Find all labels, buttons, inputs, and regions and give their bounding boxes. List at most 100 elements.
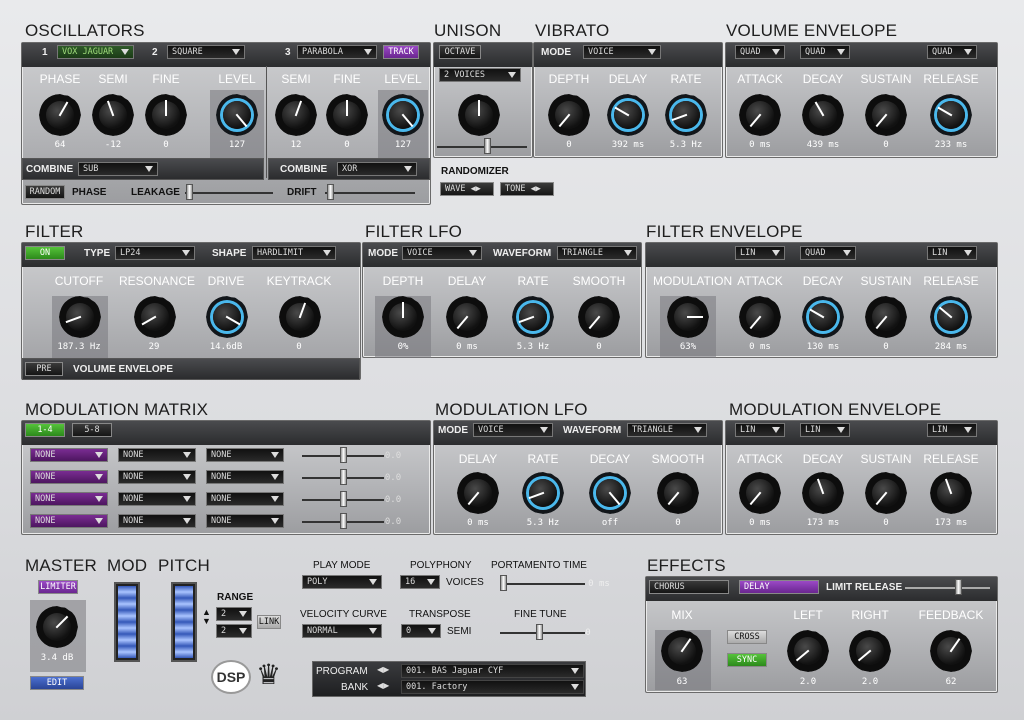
- effects-mix-knob[interactable]: [661, 630, 703, 672]
- filter-release-curve-select[interactable]: LIN: [927, 246, 977, 260]
- range-arrows-icon[interactable]: ▲ ▼: [202, 608, 211, 626]
- edit-button[interactable]: EDIT: [30, 676, 84, 690]
- cross-button[interactable]: CROSS: [727, 630, 767, 644]
- volume-attack-knob[interactable]: [739, 94, 781, 136]
- filter-lfo-delay-knob[interactable]: [446, 296, 488, 338]
- filter-lfo-rate-knob[interactable]: [512, 296, 554, 338]
- filter-env-decay-knob[interactable]: [802, 296, 844, 338]
- osc2-waveform-select[interactable]: SQUARE: [167, 45, 245, 59]
- filter-decay-curve-select[interactable]: QUAD: [800, 246, 856, 260]
- bank-select[interactable]: 001. Factory: [401, 680, 584, 694]
- mod-env-release-knob[interactable]: [930, 472, 972, 514]
- resonance-knob[interactable]: [134, 296, 176, 338]
- program-arrows-icon[interactable]: ◀▶: [377, 665, 389, 674]
- mod-wheel[interactable]: [114, 582, 140, 662]
- matrix-source-select[interactable]: NONE: [30, 514, 108, 528]
- matrix-source-select[interactable]: NONE: [30, 492, 108, 506]
- fine-tune-thumb[interactable]: [536, 624, 543, 640]
- matrix-dest-select[interactable]: NONE: [206, 470, 284, 484]
- drift-slider[interactable]: [325, 192, 415, 194]
- phase-knob[interactable]: [39, 94, 81, 136]
- bank-arrows-icon[interactable]: ◀▶: [377, 681, 389, 690]
- keytrack-knob[interactable]: [279, 296, 321, 338]
- volume-release-knob[interactable]: [930, 94, 972, 136]
- pre-button[interactable]: PRE: [25, 362, 63, 376]
- osc3-waveform-select[interactable]: PARABOLA: [297, 45, 377, 59]
- sync-button[interactable]: SYNC: [727, 653, 767, 667]
- volume-decay-knob[interactable]: [802, 94, 844, 136]
- mod-lfo-delay-knob[interactable]: [457, 472, 499, 514]
- portamento-thumb[interactable]: [500, 575, 507, 591]
- filter-attack-curve-select[interactable]: LIN: [735, 246, 785, 260]
- mod-lfo-mode-select[interactable]: VOICE: [473, 423, 553, 437]
- matrix-amount-thumb[interactable]: [340, 447, 347, 463]
- delay-left-knob[interactable]: [787, 630, 829, 672]
- filter-shape-select[interactable]: HARDLIMIT: [252, 246, 336, 260]
- filter-lfo-smooth-knob[interactable]: [578, 296, 620, 338]
- tone-randomizer-button[interactable]: TONE ◀▶: [500, 182, 554, 196]
- vibrato-depth-knob[interactable]: [548, 94, 590, 136]
- master-volume-knob[interactable]: [36, 606, 78, 648]
- vibrato-delay-knob[interactable]: [607, 94, 649, 136]
- delay-right-knob[interactable]: [849, 630, 891, 672]
- matrix-tab-1-4[interactable]: 1-4: [25, 423, 65, 437]
- matrix-amount-thumb[interactable]: [340, 513, 347, 529]
- matrix-via-select[interactable]: NONE: [118, 470, 196, 484]
- mod-env-attack-knob[interactable]: [739, 472, 781, 514]
- delay-button[interactable]: DELAY: [739, 580, 819, 594]
- pitch-range-down-select[interactable]: 2: [216, 624, 252, 638]
- mod-env-sustain-knob[interactable]: [865, 472, 907, 514]
- matrix-via-select[interactable]: NONE: [118, 492, 196, 506]
- leakage-slider[interactable]: [185, 192, 273, 194]
- matrix-tab-5-8[interactable]: 5-8: [72, 423, 112, 437]
- play-mode-select[interactable]: POLY: [302, 575, 382, 589]
- voices-select[interactable]: 2 VOICES: [439, 68, 521, 82]
- filter-on-button[interactable]: ON: [25, 246, 65, 260]
- filter-env-release-knob[interactable]: [930, 296, 972, 338]
- velocity-curve-select[interactable]: NORMAL: [302, 624, 382, 638]
- filter-type-select[interactable]: LP24: [115, 246, 195, 260]
- limiter-button[interactable]: LIMITER: [38, 580, 78, 594]
- delay-feedback-knob[interactable]: [930, 630, 972, 672]
- mod-release-curve-select[interactable]: LIN: [927, 423, 977, 437]
- semi-knob[interactable]: [92, 94, 134, 136]
- fine-knob[interactable]: [326, 94, 368, 136]
- mod-lfo-rate-knob[interactable]: [522, 472, 564, 514]
- drive-knob[interactable]: [206, 296, 248, 338]
- leakage-slider-thumb[interactable]: [186, 184, 193, 200]
- filter-lfo-depth-knob[interactable]: [382, 296, 424, 338]
- matrix-amount-thumb[interactable]: [340, 469, 347, 485]
- unison-slider-thumb[interactable]: [484, 138, 491, 154]
- pitch-range-up-select[interactable]: 2: [216, 607, 252, 621]
- pitch-wheel[interactable]: [171, 582, 197, 662]
- octave-button[interactable]: OCTAVE: [439, 45, 481, 59]
- link-button[interactable]: LINK: [257, 615, 281, 629]
- filter-env-attack-knob[interactable]: [739, 296, 781, 338]
- matrix-amount-thumb[interactable]: [340, 491, 347, 507]
- mod-lfo-decay-knob[interactable]: [589, 472, 631, 514]
- matrix-dest-select[interactable]: NONE: [206, 492, 284, 506]
- filter-lfo-waveform-select[interactable]: TRIANGLE: [557, 246, 637, 260]
- mod-decay-curve-select[interactable]: LIN: [800, 423, 850, 437]
- matrix-source-select[interactable]: NONE: [30, 470, 108, 484]
- combine-select-2[interactable]: XOR: [337, 162, 417, 176]
- matrix-dest-select[interactable]: NONE: [206, 448, 284, 462]
- level-knob[interactable]: [216, 94, 258, 136]
- release-curve-select[interactable]: QUAD: [927, 45, 977, 59]
- unison-detune-knob[interactable]: [458, 94, 500, 136]
- attack-curve-select[interactable]: QUAD: [735, 45, 785, 59]
- cutoff-knob[interactable]: [59, 296, 101, 338]
- mod-attack-curve-select[interactable]: LIN: [735, 423, 785, 437]
- polyphony-select[interactable]: 16: [400, 575, 440, 589]
- wave-randomizer-button[interactable]: WAVE ◀▶: [440, 182, 494, 196]
- mod-lfo-smooth-knob[interactable]: [657, 472, 699, 514]
- decay-curve-select[interactable]: QUAD: [800, 45, 850, 59]
- matrix-dest-select[interactable]: NONE: [206, 514, 284, 528]
- unison-slider[interactable]: [437, 146, 527, 148]
- drift-slider-thumb[interactable]: [327, 184, 334, 200]
- filter-env-modulation-knob[interactable]: [667, 296, 709, 338]
- program-select[interactable]: 001. BAS Jaguar CYF: [401, 664, 584, 678]
- chorus-button[interactable]: CHORUS: [649, 580, 729, 594]
- vibrato-mode-select[interactable]: VOICE: [583, 45, 661, 59]
- fine-knob[interactable]: [145, 94, 187, 136]
